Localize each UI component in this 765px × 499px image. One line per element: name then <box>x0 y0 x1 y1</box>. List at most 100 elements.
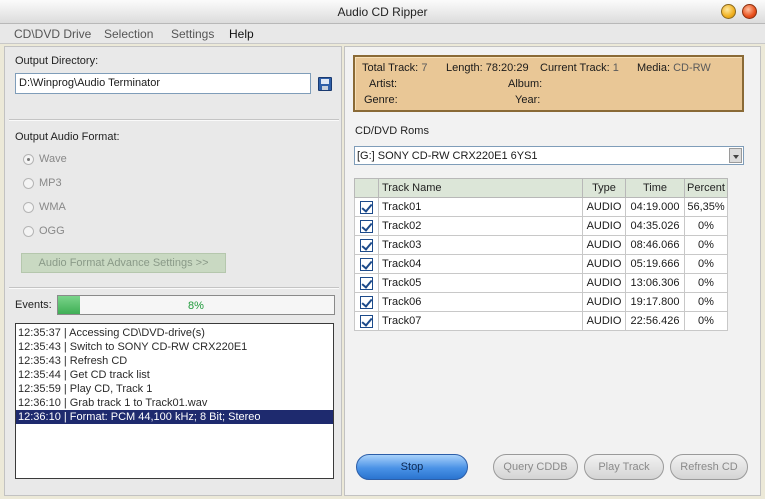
track-name-cell: Track03 <box>378 235 583 255</box>
table-row[interactable]: Track01 AUDIO 04:19.000 56,35% <box>354 197 728 217</box>
checkbox-checked-icon[interactable] <box>360 295 373 309</box>
event-log-line[interactable]: 12:35:44 | Get CD track list <box>16 368 333 382</box>
advance-settings-button[interactable]: Audio Format Advance Settings >> <box>21 253 226 273</box>
header-track-name[interactable]: Track Name <box>378 178 583 198</box>
total-track-value: 7 <box>421 62 428 74</box>
drive-select[interactable]: [G:] SONY CD-RW CRX220E1 6YS1 <box>354 146 744 165</box>
length-value: 78:20:29 <box>485 62 529 74</box>
minimize-button[interactable] <box>721 4 736 19</box>
radio-button[interactable] <box>23 226 34 237</box>
event-log-line[interactable]: 12:35:43 | Refresh CD <box>16 354 333 368</box>
track-time-cell: 22:56.426 <box>625 311 685 331</box>
table-row[interactable]: Track07 AUDIO 22:56.426 0% <box>354 311 728 331</box>
table-row[interactable]: Track06 AUDIO 19:17.800 0% <box>354 292 728 312</box>
length-label: Length: <box>446 62 483 74</box>
divider <box>9 119 339 121</box>
track-checkbox[interactable] <box>354 235 379 255</box>
progress-percent: 8% <box>188 300 204 312</box>
checkbox-checked-icon[interactable] <box>360 219 373 233</box>
table-row[interactable]: Track04 AUDIO 05:19.666 0% <box>354 254 728 274</box>
menu-cd-dvd-drive[interactable]: CD\DVD Drive <box>14 27 91 41</box>
track-time-cell: 19:17.800 <box>625 292 685 312</box>
events-log[interactable]: 12:35:37 | Accessing CD\DVD-drive(s) 12:3… <box>15 323 334 479</box>
event-log-line[interactable]: 12:36:10 | Grab track 1 to Track01.wav <box>16 396 333 410</box>
track-checkbox[interactable] <box>354 311 379 331</box>
menu-help[interactable]: Help <box>229 27 254 41</box>
track-checkbox[interactable] <box>354 273 379 293</box>
track-time-cell: 05:19.666 <box>625 254 685 274</box>
track-type-cell: AUDIO <box>582 197 626 217</box>
track-table: Track Name Type Time Percent Track01 AUDI… <box>354 178 728 331</box>
event-log-line[interactable]: 12:35:59 | Play CD, Track 1 <box>16 382 333 396</box>
menu-settings[interactable]: Settings <box>171 27 214 41</box>
total-track-label: Total Track: <box>362 62 419 74</box>
disc-info-box: Total Track: 7 Length: 78:20:29 Current … <box>353 55 744 112</box>
drives-label: CD/DVD Roms <box>355 125 429 137</box>
divider <box>9 287 339 289</box>
current-track-value: 1 <box>612 62 619 74</box>
chevron-down-icon[interactable] <box>729 148 742 163</box>
track-percent-cell: 0% <box>684 292 728 312</box>
track-percent-cell: 0% <box>684 216 728 236</box>
track-name-cell: Track01 <box>378 197 583 217</box>
play-track-button[interactable]: Play Track <box>584 454 664 480</box>
track-percent-cell: 0% <box>684 254 728 274</box>
track-checkbox[interactable] <box>354 254 379 274</box>
track-checkbox[interactable] <box>354 197 379 217</box>
menu-selection[interactable]: Selection <box>104 27 153 41</box>
current-track-info: Current Track: 1 <box>540 62 619 74</box>
track-time-cell: 08:46.066 <box>625 235 685 255</box>
header-time[interactable]: Time <box>625 178 685 198</box>
output-directory-label: Output Directory: <box>15 55 99 67</box>
track-checkbox[interactable] <box>354 292 379 312</box>
query-cddb-button[interactable]: Query CDDB <box>493 454 578 480</box>
track-percent-cell: 0% <box>684 273 728 293</box>
track-name-cell: Track05 <box>378 273 583 293</box>
event-log-line[interactable]: 12:35:37 | Accessing CD\DVD-drive(s) <box>16 326 333 340</box>
checkbox-checked-icon[interactable] <box>360 200 373 214</box>
window-title: Audio CD Ripper <box>337 5 428 19</box>
radio-button[interactable] <box>23 154 34 165</box>
save-icon[interactable] <box>318 77 332 91</box>
media-value: CD-RW <box>673 62 711 74</box>
event-log-line[interactable]: 12:35:43 | Switch to SONY CD-RW CRX220E1 <box>16 340 333 354</box>
track-name-cell: Track07 <box>378 311 583 331</box>
header-type[interactable]: Type <box>582 178 626 198</box>
track-type-cell: AUDIO <box>582 311 626 331</box>
track-checkbox[interactable] <box>354 216 379 236</box>
checkbox-checked-icon[interactable] <box>360 276 373 290</box>
table-row[interactable]: Track05 AUDIO 13:06.306 0% <box>354 273 728 293</box>
checkbox-checked-icon[interactable] <box>360 257 373 271</box>
table-header-row: Track Name Type Time Percent <box>354 178 728 198</box>
refresh-cd-button[interactable]: Refresh CD <box>670 454 748 480</box>
track-percent-cell: 56,35% <box>684 197 728 217</box>
checkbox-header <box>354 178 379 198</box>
event-log-line[interactable]: 12:36:10 | Format: PCM 44,100 kHz; 8 Bit… <box>16 410 333 424</box>
table-row[interactable]: Track03 AUDIO 08:46.066 0% <box>354 235 728 255</box>
track-time-cell: 04:35.026 <box>625 216 685 236</box>
stop-button[interactable]: Stop <box>356 454 468 480</box>
radio-button[interactable] <box>23 202 34 213</box>
genre-label: Genre: <box>364 94 398 106</box>
album-label: Album: <box>508 78 543 90</box>
track-type-cell: AUDIO <box>582 254 626 274</box>
checkbox-checked-icon[interactable] <box>360 314 373 328</box>
radio-label: WMA <box>39 201 66 213</box>
events-label: Events: <box>15 299 52 311</box>
track-name-cell: Track04 <box>378 254 583 274</box>
settings-panel: Output Directory: D:\Winprog\Audio Termi… <box>4 46 342 496</box>
track-time-cell: 04:19.000 <box>625 197 685 217</box>
track-type-cell: AUDIO <box>582 216 626 236</box>
total-track-info: Total Track: 7 <box>362 62 427 74</box>
track-type-cell: AUDIO <box>582 292 626 312</box>
track-percent-cell: 0% <box>684 235 728 255</box>
radio-button[interactable] <box>23 178 34 189</box>
radio-label: Wave <box>39 153 67 165</box>
table-row[interactable]: Track02 AUDIO 04:35.026 0% <box>354 216 728 236</box>
checkbox-checked-icon[interactable] <box>360 238 373 252</box>
output-directory-field[interactable]: D:\Winprog\Audio Terminator <box>15 73 311 94</box>
track-percent-cell: 0% <box>684 311 728 331</box>
length-info: Length: 78:20:29 <box>446 62 529 74</box>
close-button[interactable] <box>742 4 757 19</box>
header-percent[interactable]: Percent <box>684 178 728 198</box>
